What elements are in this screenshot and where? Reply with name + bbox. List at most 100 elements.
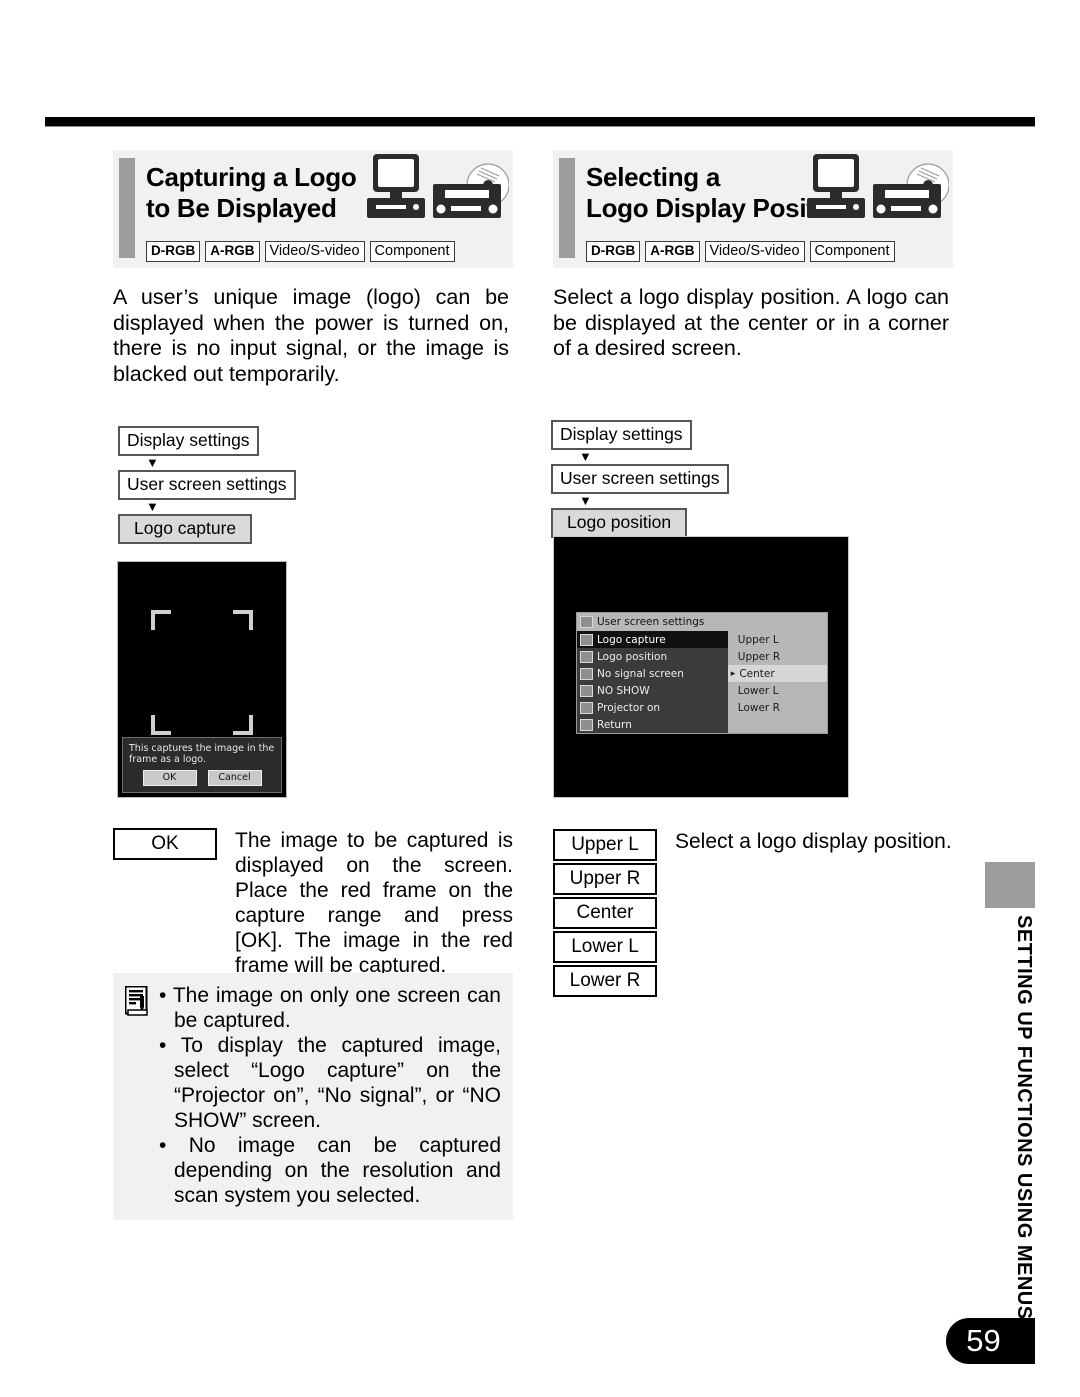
page-top-rule: [45, 117, 1035, 127]
right-column: Selecting a Logo Display Position D-RGB …: [553, 150, 953, 362]
osd-item-label: Return: [597, 718, 632, 731]
signal-tag: Video/S-video: [704, 241, 805, 262]
osd-menu: User screen settings Logo capture Logo p…: [576, 612, 828, 734]
sidebar-chapter-label: SETTING UP FUNCTIONS USING MENUS: [1013, 915, 1035, 1320]
position-button-upper-r[interactable]: Upper R: [553, 863, 657, 895]
left-section-header: Capturing a Logo to Be Displayed D-RGB A…: [113, 150, 513, 268]
right-section-header: Selecting a Logo Display Position D-RGB …: [553, 150, 953, 268]
osd-item-label: No signal screen: [597, 667, 684, 680]
dialog-cancel-button[interactable]: Cancel: [207, 770, 262, 786]
left-intro-paragraph: A user’s unique image (logo) can be disp…: [113, 285, 509, 386]
logo-capture-icon: [580, 633, 593, 646]
position-button-list: Upper L Upper R Center Lower L Lower R: [553, 829, 657, 997]
note-text: No image can be captured depending on th…: [174, 1134, 501, 1207]
position-button-center[interactable]: Center: [553, 897, 657, 929]
capture-frame-corner-top-right: [233, 610, 253, 630]
path-down-arrow-icon: ▼: [146, 499, 159, 514]
osd-item-return[interactable]: Return: [577, 716, 728, 733]
signal-tag: Component: [809, 241, 895, 262]
osd-option-lower-r[interactable]: Lower R: [728, 699, 827, 716]
logo-position-screenshot: User screen settings Logo capture Logo p…: [553, 536, 849, 798]
left-menu-path: Display settings ▼ User screen settings …: [118, 426, 296, 544]
position-selection-block: Upper L Upper R Center Lower L Lower R S…: [553, 829, 963, 997]
note-memo-icon: [124, 985, 151, 1208]
osd-item-label: Logo position: [597, 650, 668, 663]
osd-option-upper-l[interactable]: Upper L: [728, 631, 827, 648]
logo-capture-screenshot: This captures the image in the frame as …: [117, 561, 287, 798]
projector-on-icon: [580, 701, 593, 714]
note-item: • To display the captured image, select …: [159, 1033, 501, 1133]
right-accent-bar: [559, 158, 575, 258]
osd-option-lower-l[interactable]: Lower L: [728, 682, 827, 699]
menu-path-step-current[interactable]: Logo capture: [118, 514, 253, 544]
page-number: 59: [946, 1318, 1035, 1364]
signal-tag: Component: [369, 241, 455, 262]
osd-item-label: Logo capture: [597, 633, 666, 646]
key-row-ok: OK The image to be captured is displayed…: [113, 828, 513, 978]
capture-frame-corner-bottom-right: [233, 715, 253, 735]
note-text: To display the captured image, select “L…: [174, 1034, 501, 1132]
computer-and-video-device-icon: [367, 154, 509, 218]
signal-tag: Video/S-video: [264, 241, 365, 262]
osd-item-no-show[interactable]: NO SHOW: [577, 682, 728, 699]
osd-item-list: Logo capture Logo position No signal scr…: [577, 631, 728, 733]
menu-path-step[interactable]: User screen settings: [551, 464, 729, 494]
return-icon: [580, 718, 593, 731]
osd-option-label: Upper R: [737, 650, 781, 663]
note-bullet: •: [159, 1134, 167, 1157]
capture-frame-corner-bottom-left: [151, 715, 171, 735]
signal-tag: D-RGB: [146, 241, 201, 262]
signal-tag: A-RGB: [645, 241, 700, 262]
note-box: • The image on only one screen can be ca…: [113, 973, 513, 1220]
sidebar-tab-marker: [985, 862, 1035, 908]
note-list: • The image on only one screen can be ca…: [159, 983, 501, 1208]
capture-confirm-dialog: This captures the image in the frame as …: [122, 737, 282, 793]
note-bullet: •: [159, 1034, 167, 1057]
osd-title-label: User screen settings: [597, 616, 705, 628]
key-description-ok: The image to be captured is displayed on…: [235, 829, 513, 977]
path-down-arrow-icon: ▼: [579, 493, 592, 508]
dialog-ok-button[interactable]: OK: [142, 770, 197, 786]
logo-position-icon: [580, 650, 593, 663]
path-down-arrow-icon: ▼: [579, 449, 592, 464]
signal-tag: D-RGB: [586, 241, 641, 262]
selection-arrow-icon: ▸: [730, 668, 736, 679]
osd-item-logo-position[interactable]: Logo position: [577, 648, 728, 665]
note-text: The image on only one screen can be capt…: [172, 984, 501, 1032]
capture-dialog-text: This captures the image in the frame as …: [129, 743, 275, 765]
right-signal-tags: D-RGB A-RGB Video/S-video Component: [586, 241, 895, 262]
osd-item-label: Projector on: [597, 701, 661, 714]
position-button-lower-l[interactable]: Lower L: [553, 931, 657, 963]
capture-dialog-buttons: OK Cancel: [129, 770, 275, 786]
osd-title-bar: User screen settings: [577, 613, 827, 631]
right-device-icons: [789, 152, 949, 232]
osd-option-upper-r[interactable]: Upper R: [728, 648, 827, 665]
left-device-icons: [349, 152, 509, 232]
key-label-ok[interactable]: OK: [113, 828, 217, 860]
left-section-title: Capturing a Logo to Be Displayed: [146, 162, 357, 223]
osd-item-logo-capture[interactable]: Logo capture: [577, 631, 728, 648]
no-signal-screen-icon: [580, 667, 593, 680]
computer-and-video-device-icon: [807, 154, 949, 218]
osd-title-icon: [580, 616, 593, 628]
note-item: • The image on only one screen can be ca…: [159, 983, 501, 1033]
menu-path-step[interactable]: Display settings: [118, 426, 259, 456]
osd-option-label: Upper L: [737, 633, 779, 646]
osd-item-label: NO SHOW: [597, 684, 650, 697]
osd-item-projector-on[interactable]: Projector on: [577, 699, 728, 716]
osd-option-center[interactable]: ▸ Center: [727, 665, 827, 682]
osd-option-label: Center: [739, 667, 775, 680]
signal-tag: A-RGB: [205, 241, 260, 262]
menu-path-step[interactable]: Display settings: [551, 420, 692, 450]
right-menu-path: Display settings ▼ User screen settings …: [551, 420, 729, 538]
left-accent-bar: [119, 158, 135, 258]
menu-path-step[interactable]: User screen settings: [118, 470, 296, 500]
osd-body: Logo capture Logo position No signal scr…: [577, 631, 827, 733]
position-button-upper-l[interactable]: Upper L: [553, 829, 657, 861]
left-column: Capturing a Logo to Be Displayed D-RGB A…: [113, 150, 513, 387]
position-button-lower-r[interactable]: Lower R: [553, 965, 657, 997]
menu-path-step-current[interactable]: Logo position: [551, 508, 688, 538]
osd-item-no-signal-screen[interactable]: No signal screen: [577, 665, 728, 682]
right-intro-paragraph: Select a logo display position. A logo c…: [553, 285, 949, 360]
capture-frame-corner-top-left: [151, 610, 171, 630]
